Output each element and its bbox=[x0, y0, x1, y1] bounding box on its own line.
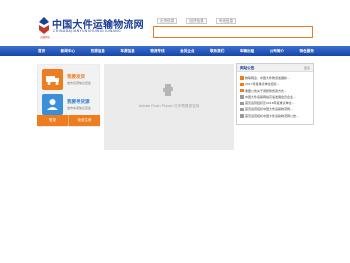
search-tab-cargo[interactable]: 出货信息 bbox=[157, 18, 178, 24]
search-tab-line[interactable]: 专线信息 bbox=[215, 18, 237, 24]
register-button[interactable]: 免费注册 bbox=[69, 115, 100, 126]
nav-item-home[interactable]: 首页 bbox=[38, 49, 45, 54]
search-input[interactable] bbox=[153, 26, 313, 38]
logo-mark-icon bbox=[39, 17, 49, 34]
bullet-icon bbox=[240, 101, 244, 106]
find-cargo-link[interactable]: 我要寻货源 发布车源信息至此 bbox=[42, 94, 97, 117]
login-button[interactable]: 登录 bbox=[37, 115, 69, 126]
find-cargo-desc: 发布车源信息至此 bbox=[67, 106, 92, 110]
find-cargo-title: 我要寻货源 bbox=[67, 100, 90, 105]
flash-banner-placeholder: Adobe Flash Player 已不再提供支持 bbox=[104, 64, 234, 150]
nav-item-vehicles[interactable]: 车源信息 bbox=[120, 49, 134, 54]
publish-cargo-title: 我要发货 bbox=[67, 75, 85, 80]
nav-item-services[interactable]: 特色服务 bbox=[300, 49, 314, 54]
plugin-icon bbox=[163, 84, 173, 96]
auth-buttons: 登录 免费注册 bbox=[37, 115, 100, 126]
flash-unsupported-text: Adobe Flash Player 已不再提供支持 bbox=[138, 104, 200, 108]
publish-cargo-link[interactable]: 我要发货 发布货源信息至此 bbox=[42, 69, 97, 92]
search-tab-return[interactable]: 回货信息 bbox=[186, 18, 207, 24]
nav-item-cargo[interactable]: 货源信息 bbox=[91, 49, 105, 54]
bullet-icon bbox=[240, 76, 244, 80]
more-link[interactable]: 更多 bbox=[304, 66, 310, 70]
nav-item-rental[interactable]: 车辆出租 bbox=[240, 49, 254, 54]
publish-cargo-desc: 发布货源信息至此 bbox=[67, 81, 92, 85]
truck-icon bbox=[42, 69, 63, 90]
search-tabs: 出货信息 回货信息 专线信息 bbox=[157, 18, 237, 24]
bullet-icon bbox=[240, 114, 244, 118]
bullet-icon bbox=[240, 88, 244, 93]
nav-item-lines[interactable]: 物流专线 bbox=[150, 49, 164, 54]
announcements-list: 物联网企、中国大件物流发展新... 2017年度重点单位招标... 重要公告关于… bbox=[240, 75, 312, 119]
list-item[interactable]: 首页运营招标中国大件运输物流网公告... bbox=[240, 113, 312, 119]
bullet-icon bbox=[240, 82, 244, 87]
announcements-header: 网站公告 更多 bbox=[237, 64, 313, 72]
nav-item-contact[interactable]: 联系我们 bbox=[210, 49, 224, 54]
main-nav: 首页 新闻中心 货源信息 车源信息 物流专线 会员企业 联系我们 车辆出租 公司… bbox=[0, 46, 350, 56]
bullet-icon bbox=[240, 95, 244, 99]
logo-subtitle: 运输物流 bbox=[40, 36, 50, 39]
announcements-title: 网站公告 bbox=[240, 66, 255, 70]
bullet-icon bbox=[240, 107, 244, 112]
site-title-pinyin: CHINADAJIANYUNSHUWULIUWANG bbox=[53, 29, 122, 33]
nav-item-news[interactable]: 新闻中心 bbox=[61, 49, 75, 54]
announcements-panel: 网站公告 更多 物联网企、中国大件物流发展新... 2017年度重点单位招标..… bbox=[236, 63, 314, 125]
nav-item-members[interactable]: 会员企业 bbox=[180, 49, 194, 54]
site-logo[interactable]: 运输物流 中国大件运输物流网 CHINADAJIANYUNSHUWULIUWAN… bbox=[37, 16, 144, 42]
user-icon bbox=[42, 94, 63, 115]
nav-item-about[interactable]: 公司简介 bbox=[270, 49, 284, 54]
